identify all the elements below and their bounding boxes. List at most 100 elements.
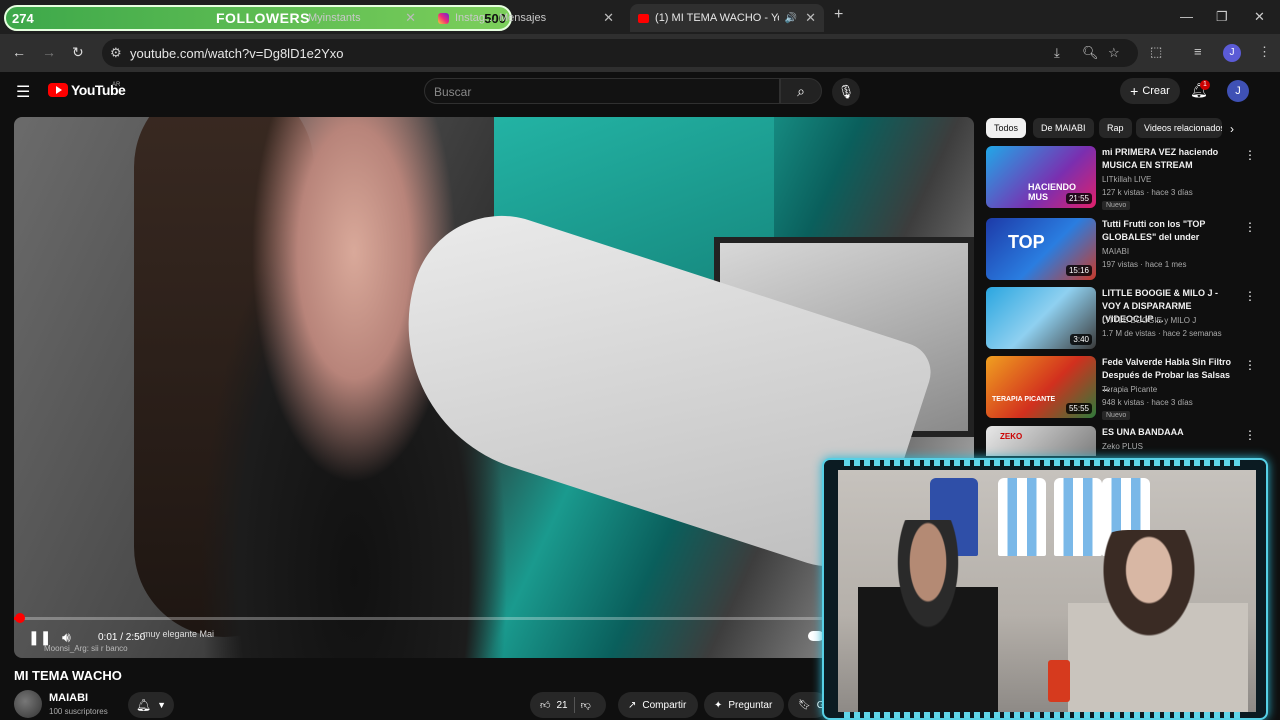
search-placeholder: Buscar [434, 85, 472, 99]
voice-search-button[interactable]: 🎙︎ [832, 78, 860, 106]
profile-avatar[interactable]: J [1223, 44, 1241, 62]
recommendation-item[interactable]: HACIENDO MUS 21:55 mi PRIMERA VEZ hacien… [986, 146, 1258, 210]
browser-tab-bar: 274 FOLLOWERS 500 Myinstants ✕ Instag… M… [0, 0, 1280, 34]
ask-label: Preguntar [728, 699, 773, 711]
streamer-person-right [1068, 530, 1248, 712]
chip-rap[interactable]: Rap [1099, 118, 1132, 138]
video-thumbnail[interactable]: HACIENDO MUS 21:55 [986, 146, 1096, 208]
channel-name[interactable]: MAIABI [49, 692, 88, 704]
more-options-icon[interactable]: ⋮ [1244, 220, 1256, 234]
more-options-icon[interactable]: ⋮ [1244, 358, 1256, 372]
chip-related[interactable]: Videos relacionados [1136, 118, 1222, 138]
recommendation-channel[interactable]: LITkillah LIVE [1102, 175, 1151, 184]
more-options-icon[interactable]: ⋮ [1244, 428, 1256, 442]
progress-scrubber[interactable] [15, 613, 25, 623]
recommendation-item[interactable]: ZEKO ES UNA BANDAAA Zeko PLUS ⋮ [986, 426, 1258, 456]
chip-from-channel[interactable]: De MAIABI [1033, 118, 1094, 138]
more-options-icon[interactable]: ⋮ [1244, 148, 1256, 162]
close-icon[interactable]: ✕ [805, 10, 816, 26]
followers-label: FOLLOWERS [216, 10, 310, 26]
media-control-icon[interactable]: ≡ [1194, 44, 1202, 59]
hamburger-menu-icon[interactable]: ☰ [16, 82, 30, 102]
speaker-icon[interactable]: 🔊 [785, 13, 797, 24]
microphone-icon: 🎙︎ [837, 84, 855, 99]
new-badge: Nuevo [1102, 411, 1131, 420]
thumbnail-text: TOP [1008, 232, 1045, 252]
maximize-icon[interactable]: ❐ [1216, 9, 1228, 25]
subscribed-bell-button[interactable]: 🔔︎ ▼ [128, 692, 174, 718]
thumbs-down-icon[interactable]: 👎︎ [581, 699, 591, 711]
youtube-icon [638, 13, 650, 23]
streamer-person-left [858, 520, 998, 712]
recommendation-meta: 948 k vistas · hace 3 días [1102, 398, 1193, 407]
tab-instagram[interactable]: Instag… Mensajes ✕ [430, 4, 622, 32]
forward-icon[interactable]: → [42, 44, 56, 60]
account-avatar[interactable]: J [1227, 80, 1249, 102]
address-bar[interactable]: ⚙ youtube.com/watch?v=Dg8lD1e2Yxo ⤓ 🔍︎ ☆ [102, 39, 1138, 67]
chat-overlay-line: Moonsi_Arg: sii r banco [44, 644, 128, 653]
chevron-right-icon[interactable]: › [1230, 122, 1234, 136]
sparkle-icon: ✦ [714, 699, 723, 711]
site-info-icon[interactable]: ⚙ [110, 45, 122, 61]
recommendation-channel[interactable]: Zeko PLUS [1102, 442, 1143, 451]
tab-youtube[interactable]: (1) MI TEMA WACHO - You 🔊 ✕ [630, 4, 824, 32]
video-thumbnail[interactable]: ZEKO [986, 426, 1096, 456]
tab-myinstants[interactable]: Myinstants ✕ [300, 4, 424, 32]
share-label: Compartir [642, 699, 687, 711]
channel-avatar[interactable] [14, 690, 42, 718]
recommendation-meta: 197 vistas · hace 1 mes [1102, 260, 1187, 269]
browser-toolbar: ← → ↻ ⚙ youtube.com/watch?v=Dg8lD1e2Yxo … [0, 34, 1280, 72]
recommendation-item[interactable]: TOP 15:16 Tutti Frutti con los "TOP GLOB… [986, 218, 1258, 282]
reload-icon[interactable]: ↻ [72, 44, 84, 61]
frame-decoration [844, 460, 1244, 466]
webcam-overlay [822, 458, 1268, 720]
recommendation-meta: 127 k vistas · hace 3 días [1102, 188, 1193, 197]
new-tab-icon[interactable]: + [834, 6, 843, 24]
search-input[interactable]: Buscar [424, 78, 780, 104]
bookmark-star-icon[interactable]: ☆ [1108, 45, 1120, 61]
ask-button[interactable]: ✦ Preguntar [704, 692, 784, 718]
subscriber-count: 100 suscriptores [49, 707, 108, 716]
youtube-header: ☰ YouTube AR Buscar ⌕ 🎙︎ + Crear 🔔︎ 1 J [0, 72, 1280, 112]
bookmark-icon: 🔖︎ [798, 699, 811, 711]
close-icon[interactable]: ✕ [405, 10, 416, 26]
menu-kebab-icon[interactable]: ⋮ [1258, 44, 1271, 60]
recommendation-title[interactable]: mi PRIMERA VEZ haciendo MUSICA EN STREAM [1102, 146, 1238, 172]
close-window-icon[interactable]: ✕ [1254, 9, 1265, 25]
video-thumbnail[interactable]: TOP 15:16 [986, 218, 1096, 280]
bell-icon: 🔔︎ [135, 698, 152, 712]
recommendation-channel[interactable]: MAIABI [1102, 247, 1129, 256]
more-options-icon[interactable]: ⋮ [1244, 289, 1256, 303]
share-button[interactable]: ↗ Compartir [618, 692, 698, 718]
recommendation-item[interactable]: 3:40 LITTLE BOOGIE & MILO J - VOY A DISP… [986, 287, 1258, 351]
like-count: 21 [556, 699, 568, 711]
video-thumbnail[interactable]: 3:40 [986, 287, 1096, 349]
thumbnail-text: ZEKO [1000, 432, 1023, 441]
url-text[interactable]: youtube.com/watch?v=Dg8lD1e2Yxo [130, 46, 344, 61]
search-button[interactable]: ⌕ [780, 78, 822, 104]
search-icon: ⌕ [797, 83, 805, 99]
create-button[interactable]: + Crear [1120, 78, 1180, 104]
chip-all[interactable]: Todos [986, 118, 1027, 138]
recommendation-title[interactable]: Tutti Frutti con los "TOP GLOBALES" del … [1102, 218, 1238, 244]
plus-icon: + [1130, 83, 1139, 99]
close-icon[interactable]: ✕ [603, 10, 614, 26]
back-icon[interactable]: ← [12, 44, 26, 60]
install-icon[interactable]: ⤓ [1054, 45, 1060, 61]
extensions-icon[interactable]: ⬚ [1150, 44, 1162, 60]
followers-count: 274 [12, 10, 34, 26]
like-dislike-button[interactable]: 👍︎ 21 👎︎ [530, 692, 606, 718]
thumbs-up-icon[interactable]: 👍︎ [540, 699, 550, 711]
recommendation-channel[interactable]: Terapia Picante [1102, 385, 1157, 394]
recommendation-item[interactable]: TERAPIA PICANTE 55:55 Fede Valverde Habl… [986, 356, 1258, 420]
thumbnail-text: TERAPIA PICANTE [992, 396, 1056, 403]
recommendation-channel[interactable]: LITTLE BOOGIE y MILO J [1102, 316, 1196, 325]
tab-title: Myinstants [308, 12, 361, 24]
zoom-icon[interactable]: 🔍︎ [1082, 45, 1099, 61]
video-thumbnail[interactable]: TERAPIA PICANTE 55:55 [986, 356, 1096, 418]
recommendation-title[interactable]: ES UNA BANDAAA [1102, 426, 1238, 439]
duration-badge: 15:16 [1065, 265, 1092, 276]
red-cup [1048, 660, 1070, 702]
minimize-icon[interactable]: — [1180, 9, 1193, 24]
country-code: AR [112, 82, 121, 88]
